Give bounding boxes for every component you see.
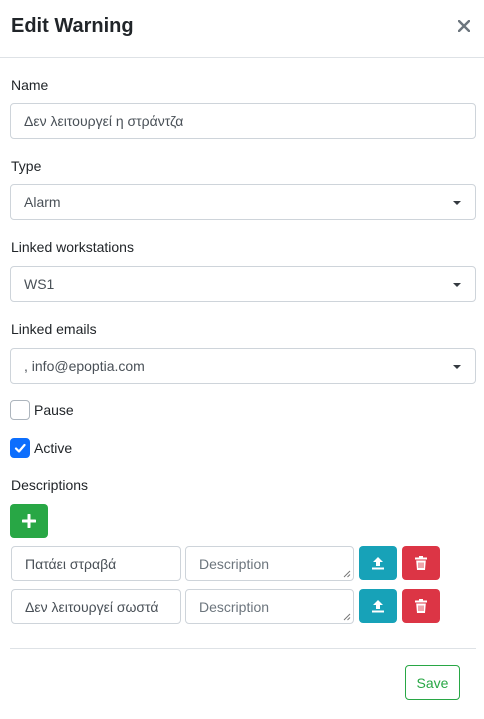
active-label: Active bbox=[34, 440, 73, 456]
save-button[interactable]: Save bbox=[405, 665, 460, 700]
type-label: Type bbox=[11, 158, 42, 174]
pause-checkbox[interactable] bbox=[10, 400, 30, 420]
workstations-select[interactable]: WS1 bbox=[10, 266, 476, 302]
upload-button[interactable] bbox=[359, 546, 397, 580]
description-placeholder: Description bbox=[199, 598, 270, 615]
description-row: Δεν λειτουργεί σωστά Description bbox=[11, 589, 441, 625]
emails-select[interactable]: , info@epoptia.com bbox=[10, 348, 476, 384]
upload-icon bbox=[372, 557, 384, 570]
upload-button[interactable] bbox=[359, 589, 397, 623]
name-input[interactable]: Δεν λειτουργεί η στράντζα bbox=[10, 103, 476, 139]
add-description-button[interactable] bbox=[10, 504, 48, 538]
type-select[interactable]: Alarm bbox=[10, 184, 476, 220]
checkmark-icon bbox=[14, 443, 26, 453]
delete-button[interactable] bbox=[402, 546, 440, 580]
description-row: Πατάει στραβά Description bbox=[11, 546, 441, 582]
type-select-value: Alarm bbox=[24, 194, 61, 210]
pause-label: Pause bbox=[34, 402, 74, 418]
chevron-down-icon bbox=[453, 283, 461, 287]
resize-grip-icon[interactable] bbox=[343, 613, 351, 621]
description-textarea[interactable]: Description bbox=[185, 589, 354, 624]
chevron-down-icon bbox=[453, 201, 461, 205]
name-label: Name bbox=[11, 77, 49, 93]
modal-title: Edit Warning bbox=[11, 15, 134, 37]
workstations-select-value: WS1 bbox=[24, 276, 55, 292]
emails-label: Linked emails bbox=[11, 321, 97, 337]
active-row: Active bbox=[10, 438, 72, 458]
active-checkbox[interactable] bbox=[10, 438, 30, 458]
description-name-input[interactable]: Δεν λειτουργεί σωστά bbox=[11, 589, 181, 624]
chevron-down-icon bbox=[453, 365, 461, 369]
trash-icon bbox=[415, 599, 427, 613]
trash-icon bbox=[415, 556, 427, 570]
emails-select-value: , info@epoptia.com bbox=[24, 358, 145, 374]
description-placeholder: Description bbox=[199, 555, 270, 572]
description-name-input[interactable]: Πατάει στραβά bbox=[11, 546, 181, 581]
description-textarea[interactable]: Description bbox=[185, 546, 354, 581]
descriptions-label: Descriptions bbox=[11, 477, 89, 493]
footer-divider bbox=[10, 648, 476, 649]
delete-button[interactable] bbox=[402, 589, 440, 623]
close-button[interactable] bbox=[454, 14, 474, 38]
resize-grip-icon[interactable] bbox=[343, 570, 351, 578]
close-icon bbox=[458, 20, 470, 32]
workstations-label: Linked workstations bbox=[11, 239, 134, 255]
modal-header: Edit Warning bbox=[0, 0, 484, 58]
pause-row: Pause bbox=[10, 400, 74, 420]
upload-icon bbox=[372, 600, 384, 613]
plus-icon bbox=[22, 514, 36, 528]
